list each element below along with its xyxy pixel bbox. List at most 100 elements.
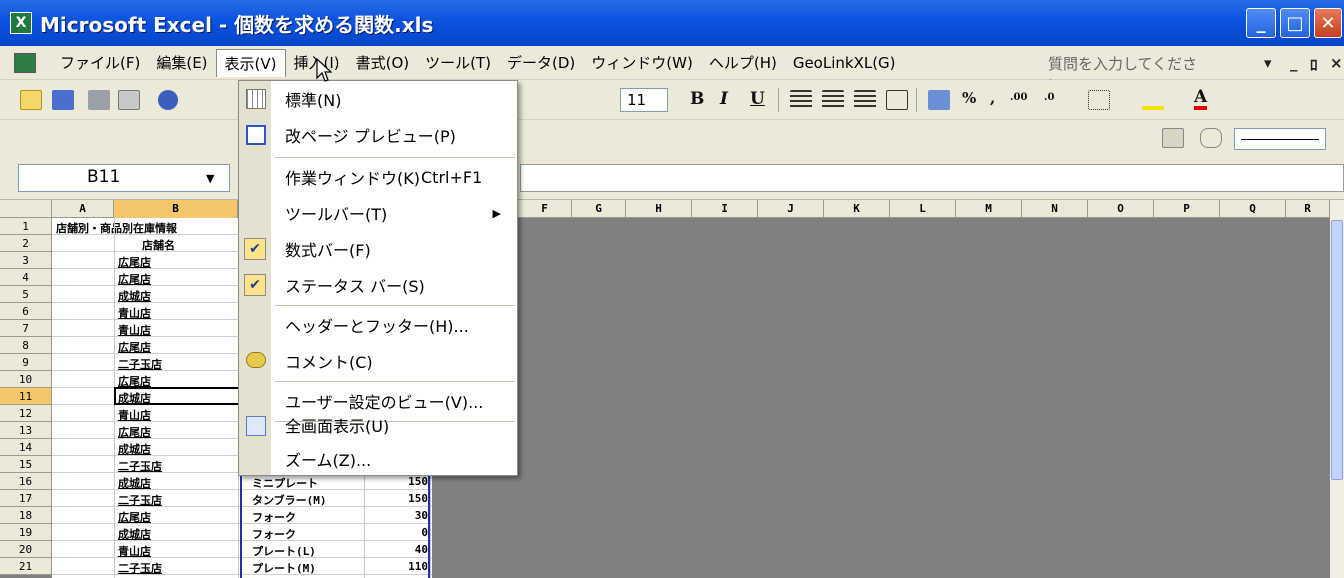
name-box[interactable]: B11 [18, 164, 230, 192]
row-header[interactable]: 1 [0, 218, 52, 235]
column-header-i[interactable]: I [692, 200, 758, 218]
column-header-m[interactable]: M [956, 200, 1022, 218]
eraser-icon[interactable] [1200, 128, 1222, 148]
menu-item-status-bar[interactable]: ✔ ステータス バー(S) [239, 267, 517, 303]
menu-view[interactable]: 表示(V) [215, 48, 286, 77]
column-header-h[interactable]: H [626, 200, 692, 218]
currency-icon[interactable] [928, 90, 950, 110]
row-header[interactable]: 17 [0, 490, 52, 507]
cell-b-3[interactable]: 広尾店 [118, 254, 238, 270]
menu-tools[interactable]: ツール(T) [417, 49, 499, 76]
underline-button[interactable]: U [750, 89, 765, 109]
row-header[interactable]: 4 [0, 269, 52, 286]
row-header[interactable]: 15 [0, 456, 52, 473]
line-style-select[interactable] [1234, 128, 1326, 150]
workbook-icon[interactable] [14, 52, 36, 73]
column-header-o[interactable]: O [1088, 200, 1154, 218]
column-header-g[interactable]: G [572, 200, 626, 218]
scrollbar-thumb[interactable] [1331, 220, 1343, 480]
borders-icon[interactable] [1088, 90, 1110, 110]
align-center-icon[interactable] [822, 90, 844, 110]
menu-file[interactable]: ファイル(F) [52, 49, 148, 76]
empty-grid-area[interactable] [432, 218, 1332, 578]
menu-item-task-pane[interactable]: 作業ウィンドウ(K) Ctrl+F1 [239, 159, 517, 195]
row-header[interactable]: 12 [0, 405, 52, 422]
column-header-r[interactable]: R [1286, 200, 1330, 218]
row-header[interactable]: 7 [0, 320, 52, 337]
cell-b-9[interactable]: 二子玉店 [118, 356, 238, 372]
row-header[interactable]: 9 [0, 354, 52, 371]
comma-button[interactable]: , [990, 89, 995, 107]
menu-item-full-screen[interactable]: 全画面表示(U) [239, 407, 517, 443]
bold-button[interactable]: B [690, 89, 704, 109]
undo-icon[interactable] [158, 90, 178, 110]
maximize-button[interactable]: □ [1280, 8, 1310, 38]
column-header-l[interactable]: L [890, 200, 956, 218]
cell-b-18[interactable]: 広尾店 [118, 509, 238, 525]
fill-color-icon[interactable] [1142, 90, 1164, 110]
align-left-icon[interactable] [790, 90, 812, 110]
column-header-q[interactable]: Q [1220, 200, 1286, 218]
cell-b-6[interactable]: 青山店 [118, 305, 238, 321]
percent-button[interactable]: % [962, 89, 976, 107]
print-icon[interactable] [88, 90, 110, 110]
cell-b-12[interactable]: 青山店 [118, 407, 238, 423]
menu-format[interactable]: 書式(O) [348, 49, 418, 76]
column-header-p[interactable]: P [1154, 200, 1220, 218]
workbook-restore-button[interactable]: ﾛ [1310, 54, 1318, 75]
name-box-dropdown-icon[interactable]: ▼ [206, 172, 214, 185]
font-size-select[interactable]: 11 [620, 88, 668, 112]
workbook-minimize-button[interactable]: _ [1290, 54, 1298, 72]
row-header[interactable]: 11 [0, 388, 52, 405]
column-header-b[interactable]: B [114, 200, 238, 218]
decrease-decimal-button[interactable]: .0 [1044, 92, 1054, 103]
menu-edit[interactable]: 編集(E) [148, 49, 215, 76]
workbook-close-button[interactable]: × [1330, 54, 1343, 72]
menu-item-page-break-preview[interactable]: 改ページ プレビュー(P) [239, 117, 517, 153]
italic-button[interactable]: I [720, 89, 728, 109]
row-header[interactable]: 20 [0, 541, 52, 558]
menu-window[interactable]: ウィンドウ(W) [583, 49, 701, 76]
cell-b-13[interactable]: 広尾店 [118, 424, 238, 440]
column-header-f[interactable]: F [518, 200, 572, 218]
row-header[interactable]: 6 [0, 303, 52, 320]
align-right-icon[interactable] [854, 90, 876, 110]
merge-center-icon[interactable] [886, 90, 908, 110]
cell-b-8[interactable]: 広尾店 [118, 339, 238, 355]
menu-data[interactable]: データ(D) [499, 49, 583, 76]
menu-help[interactable]: ヘルプ(H) [701, 49, 785, 76]
minimize-button[interactable]: _ [1246, 8, 1276, 38]
menu-item-normal[interactable]: 標準(N) [239, 81, 517, 117]
font-color-icon[interactable]: A [1194, 88, 1208, 110]
new-file-icon[interactable] [20, 90, 42, 110]
print-preview-icon[interactable] [118, 90, 140, 110]
save-icon[interactable] [52, 90, 74, 110]
cell-b-20[interactable]: 青山店 [118, 543, 238, 559]
cell-b-4[interactable]: 広尾店 [118, 271, 238, 287]
row-header[interactable]: 5 [0, 286, 52, 303]
row-header[interactable]: 19 [0, 524, 52, 541]
column-header-j[interactable]: J [758, 200, 824, 218]
cell-b-7[interactable]: 青山店 [118, 322, 238, 338]
row-header[interactable]: 2 [0, 235, 52, 252]
cell-b-17[interactable]: 二子玉店 [118, 492, 238, 508]
menu-item-formula-bar[interactable]: ✔ 数式バー(F) [239, 231, 517, 267]
formula-input[interactable] [520, 164, 1344, 192]
row-header[interactable]: 14 [0, 439, 52, 456]
menu-item-header-footer[interactable]: ヘッダーとフッター(H)... [239, 307, 517, 343]
border-draw-icon[interactable] [1162, 128, 1184, 148]
column-header-a[interactable]: A [52, 200, 114, 218]
menu-item-zoom[interactable]: ズーム(Z)... [239, 441, 517, 477]
column-header-k[interactable]: K [824, 200, 890, 218]
row-header[interactable]: 16 [0, 473, 52, 490]
vertical-scrollbar[interactable] [1330, 200, 1344, 578]
select-all-corner[interactable] [0, 200, 52, 218]
cell-b-5[interactable]: 成城店 [118, 288, 238, 304]
row-header[interactable]: 18 [0, 507, 52, 524]
increase-decimal-button[interactable]: .00 [1010, 92, 1027, 103]
row-header[interactable]: 3 [0, 252, 52, 269]
menu-item-comments[interactable]: コメント(C) [239, 343, 517, 379]
row-header[interactable]: 13 [0, 422, 52, 439]
menu-item-toolbars[interactable]: ツールバー(T) ▶ [239, 195, 517, 231]
column-header-n[interactable]: N [1022, 200, 1088, 218]
